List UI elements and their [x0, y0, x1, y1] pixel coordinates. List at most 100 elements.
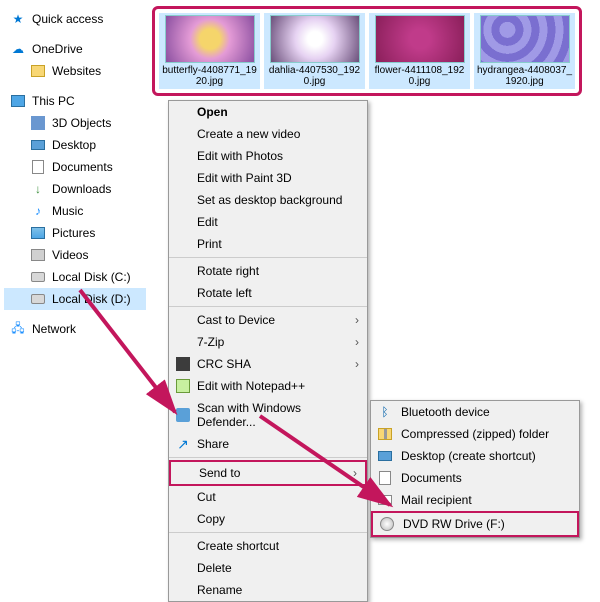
- menu-edit-photos[interactable]: Edit with Photos: [169, 145, 367, 167]
- menu-separator: [169, 257, 367, 258]
- image-preview: [375, 15, 465, 63]
- submenu-dvd-drive[interactable]: DVD RW Drive (F:): [371, 511, 579, 537]
- document-icon: [377, 470, 393, 486]
- chevron-right-icon: ›: [353, 466, 357, 480]
- pictures-icon: [30, 225, 46, 241]
- network-icon: 🖧: [10, 321, 26, 337]
- submenu-documents[interactable]: Documents: [371, 467, 579, 489]
- selected-files-highlight: butterfly-4408771_1920.jpg dahlia-440753…: [152, 6, 582, 96]
- menu-copy[interactable]: Copy: [169, 508, 367, 530]
- folder-icon: [30, 63, 46, 79]
- menu-cut[interactable]: Cut: [169, 486, 367, 508]
- menu-print[interactable]: Print: [169, 233, 367, 255]
- pictures-folder[interactable]: Pictures: [4, 222, 146, 244]
- zip-icon: [377, 426, 393, 442]
- menu-label: CRC SHA: [197, 357, 251, 371]
- onedrive[interactable]: ☁OneDrive: [4, 38, 146, 60]
- navigation-pane: ★Quick access ☁OneDrive Websites This PC…: [0, 0, 150, 348]
- menu-defender[interactable]: Scan with Windows Defender...: [169, 397, 367, 433]
- menu-share[interactable]: ↗Share: [169, 433, 367, 455]
- quick-access[interactable]: ★Quick access: [4, 8, 146, 30]
- file-thumbnail[interactable]: hydrangea-4408037_1920.jpg: [474, 13, 575, 89]
- this-pc[interactable]: This PC: [4, 90, 146, 112]
- menu-set-desktop[interactable]: Set as desktop background: [169, 189, 367, 211]
- menu-label: DVD RW Drive (F:): [403, 517, 505, 531]
- network[interactable]: 🖧 Network: [4, 318, 146, 340]
- cube-icon: [30, 115, 46, 131]
- menu-edit-paint3d[interactable]: Edit with Paint 3D: [169, 167, 367, 189]
- nav-label: Videos: [52, 248, 88, 262]
- menu-label: 7-Zip: [197, 335, 224, 349]
- downloads-folder[interactable]: ↓Downloads: [4, 178, 146, 200]
- desktop-icon: [30, 137, 46, 153]
- menu-label: Create shortcut: [197, 539, 279, 553]
- file-thumbnail[interactable]: dahlia-4407530_1920.jpg: [264, 13, 365, 89]
- menu-create-shortcut[interactable]: Create shortcut: [169, 535, 367, 557]
- dvd-icon: [379, 516, 395, 532]
- menu-cast[interactable]: Cast to Device ›: [169, 309, 367, 331]
- menu-label: Cast to Device: [197, 313, 275, 327]
- menu-label: Documents: [401, 471, 462, 485]
- nav-label: Desktop: [52, 138, 96, 152]
- menu-label: Bluetooth device: [401, 405, 490, 419]
- menu-label: Edit with Paint 3D: [197, 171, 292, 185]
- menu-delete[interactable]: Delete: [169, 557, 367, 579]
- image-preview: [165, 15, 255, 63]
- file-thumbnail[interactable]: flower-4411108_1920.jpg: [369, 13, 470, 89]
- file-name: butterfly-4408771_1920.jpg: [161, 65, 258, 87]
- crc-icon: [175, 356, 191, 372]
- document-icon: [30, 159, 46, 175]
- cloud-icon: ☁: [10, 41, 26, 57]
- image-preview: [480, 15, 570, 63]
- menu-label: Send to: [199, 466, 240, 480]
- menu-rotate-right[interactable]: Rotate right: [169, 260, 367, 282]
- chevron-right-icon: ›: [355, 313, 359, 327]
- menu-notepadpp[interactable]: Edit with Notepad++: [169, 375, 367, 397]
- menu-7zip[interactable]: 7-Zip ›: [169, 331, 367, 353]
- local-disk-d[interactable]: Local Disk (D:): [4, 288, 146, 310]
- menu-label: Scan with Windows Defender...: [197, 401, 359, 429]
- menu-rotate-left[interactable]: Rotate left: [169, 282, 367, 304]
- menu-crc-sha[interactable]: CRC SHA›: [169, 353, 367, 375]
- music-icon: ♪: [30, 203, 46, 219]
- defender-icon: [175, 407, 191, 423]
- music-folder[interactable]: ♪Music: [4, 200, 146, 222]
- menu-create-video[interactable]: Create a new video: [169, 123, 367, 145]
- desktop-folder[interactable]: Desktop: [4, 134, 146, 156]
- menu-label: Open: [197, 105, 228, 119]
- menu-edit[interactable]: Edit: [169, 211, 367, 233]
- menu-send-to[interactable]: Send to ›: [169, 460, 367, 486]
- submenu-bluetooth[interactable]: ᛒ Bluetooth device: [371, 401, 579, 423]
- menu-separator: [169, 457, 367, 458]
- documents-folder[interactable]: Documents: [4, 156, 146, 178]
- menu-separator: [169, 306, 367, 307]
- menu-label: Compressed (zipped) folder: [401, 427, 549, 441]
- nav-label: Local Disk (D:): [52, 292, 131, 306]
- submenu-compressed[interactable]: Compressed (zipped) folder: [371, 423, 579, 445]
- star-icon: ★: [10, 11, 26, 27]
- download-icon: ↓: [30, 181, 46, 197]
- bluetooth-icon: ᛒ: [377, 404, 393, 420]
- menu-separator: [169, 532, 367, 533]
- menu-open[interactable]: Open: [169, 101, 367, 123]
- menu-label: Rotate right: [197, 264, 259, 278]
- local-disk-c[interactable]: Local Disk (C:): [4, 266, 146, 288]
- nav-label: 3D Objects: [52, 116, 111, 130]
- submenu-mail[interactable]: Mail recipient: [371, 489, 579, 511]
- submenu-desktop-shortcut[interactable]: Desktop (create shortcut): [371, 445, 579, 467]
- menu-label: Desktop (create shortcut): [401, 449, 536, 463]
- mail-icon: [377, 492, 393, 508]
- menu-rename[interactable]: Rename: [169, 579, 367, 601]
- onedrive-websites[interactable]: Websites: [4, 60, 146, 82]
- menu-label: Cut: [197, 490, 216, 504]
- menu-label: Rename: [197, 583, 242, 597]
- nav-label: Websites: [52, 64, 101, 78]
- 3d-objects[interactable]: 3D Objects: [4, 112, 146, 134]
- chevron-right-icon: ›: [355, 335, 359, 349]
- nav-label: Network: [32, 322, 76, 336]
- menu-label: Set as desktop background: [197, 193, 342, 207]
- videos-folder[interactable]: Videos: [4, 244, 146, 266]
- menu-label: Create a new video: [197, 127, 300, 141]
- disk-icon: [30, 269, 46, 285]
- file-thumbnail[interactable]: butterfly-4408771_1920.jpg: [159, 13, 260, 89]
